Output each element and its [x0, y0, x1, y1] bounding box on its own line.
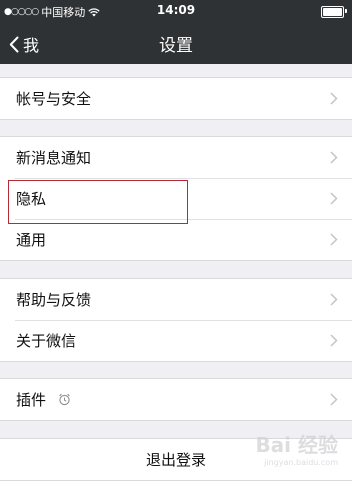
chevron-right-icon [330, 92, 338, 105]
chevron-right-icon [330, 151, 338, 164]
chevron-right-icon [330, 393, 338, 406]
settings-group-general: 新消息通知 隐私 通用 [0, 136, 352, 261]
chevron-right-icon [330, 334, 338, 347]
settings-group-account: 帐号与安全 [0, 77, 352, 120]
settings-item-general[interactable]: 通用 [0, 219, 352, 260]
status-bar: ●○○○○ 中国移动 14:09 [0, 0, 352, 22]
chevron-right-icon [330, 293, 338, 306]
settings-group-logout: 退出登录 [0, 438, 352, 481]
settings-item-help-feedback[interactable]: 帮助与反馈 [0, 279, 352, 320]
logout-label: 退出登录 [145, 451, 206, 469]
settings-item-privacy[interactable]: 隐私 [0, 178, 352, 219]
battery-icon [321, 6, 347, 18]
settings-item-plugins[interactable]: 插件 [0, 379, 352, 420]
logout-button[interactable]: 退出登录 [0, 439, 352, 480]
settings-group-help: 帮助与反馈 关于微信 [0, 278, 352, 362]
settings-item-label: 帮助与反馈 [16, 291, 92, 309]
navigation-bar: 我 设置 [0, 22, 352, 64]
settings-item-label: 隐私 [16, 190, 47, 208]
chevron-right-icon [330, 192, 338, 205]
page-title: 设置 [159, 36, 193, 56]
settings-item-label: 通用 [16, 231, 47, 249]
settings-item-label: 帐号与安全 [16, 90, 92, 108]
settings-item-label: 关于微信 [16, 332, 77, 350]
chevron-right-icon [330, 233, 338, 246]
settings-item-notifications[interactable]: 新消息通知 [0, 137, 352, 178]
settings-item-about[interactable]: 关于微信 [0, 320, 352, 361]
settings-item-label: 新消息通知 [16, 149, 92, 167]
plugin-alarm-icon [59, 393, 70, 406]
settings-item-account-security[interactable]: 帐号与安全 [0, 78, 352, 119]
settings-group-plugins: 插件 [0, 378, 352, 421]
status-time: 14:09 [156, 3, 196, 17]
settings-item-label: 插件 [16, 391, 47, 409]
